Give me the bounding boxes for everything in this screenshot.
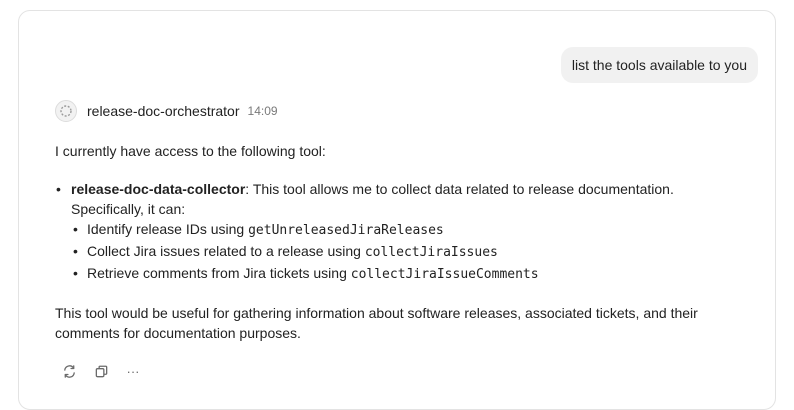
capability-text: Collect Jira issues related to a release… (87, 243, 365, 259)
response-intro: I currently have access to the following… (55, 143, 326, 159)
response-summary: This tool would be useful for gathering … (55, 305, 698, 341)
capability-text: Retrieve comments from Jira tickets usin… (87, 265, 351, 281)
capability-code: collectJiraIssueComments (350, 267, 539, 282)
refresh-icon[interactable] (60, 362, 78, 380)
agent-header: release-doc-orchestrator 14:09 (55, 100, 278, 122)
message-actions: ··· (60, 362, 156, 380)
more-label: ··· (126, 363, 140, 379)
tool-item: release-doc-data-collector: This tool al… (56, 179, 745, 285)
capability-code: collectJiraIssues (364, 245, 498, 260)
capability-list: Identify release IDs using getUnreleased… (71, 219, 745, 285)
capability-item: Collect Jira issues related to a release… (73, 241, 745, 263)
capability-item: Retrieve comments from Jira tickets usin… (73, 263, 745, 285)
message-timestamp: 14:09 (247, 104, 278, 118)
agent-message: I currently have access to the following… (55, 141, 745, 343)
copy-icon[interactable] (92, 362, 110, 380)
capability-code: getUnreleasedJiraReleases (248, 223, 444, 238)
agent-avatar-icon (55, 100, 77, 122)
capability-text: Identify release IDs using (87, 221, 249, 237)
tool-list: release-doc-data-collector: This tool al… (55, 179, 745, 285)
capability-item: Identify release IDs using getUnreleased… (73, 219, 745, 241)
more-icon[interactable]: ··· (124, 362, 142, 380)
agent-name: release-doc-orchestrator (87, 103, 240, 119)
tool-name: release-doc-data-collector (71, 181, 246, 197)
user-message-bubble: list the tools available to you (560, 47, 758, 83)
user-message-text: list the tools available to you (571, 57, 747, 73)
